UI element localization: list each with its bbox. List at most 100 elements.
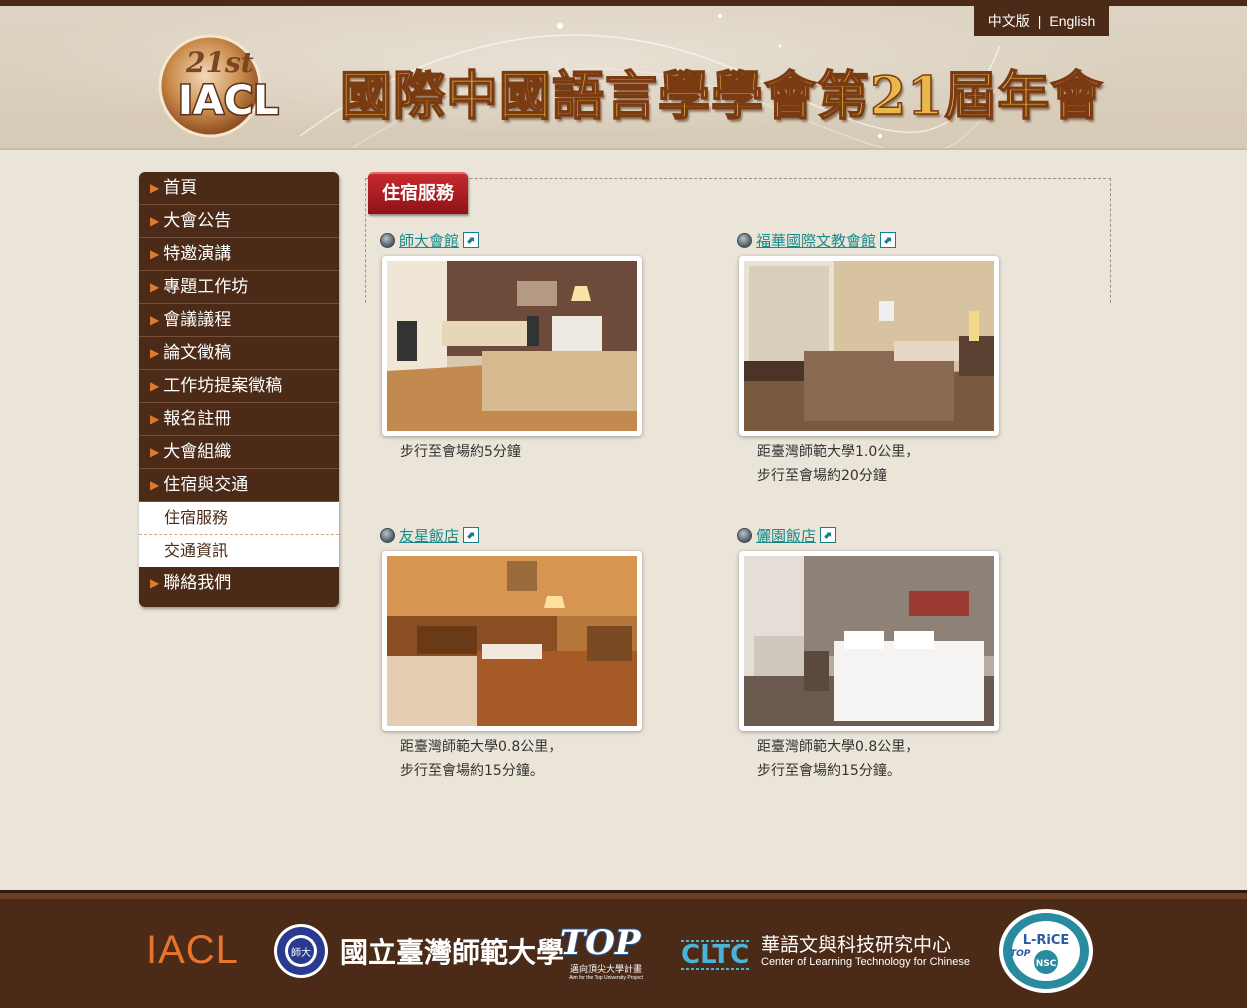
hotel-photo — [382, 256, 642, 436]
nav-label: 會議議程 — [163, 310, 232, 330]
nav-label: 住宿與交通 — [163, 475, 249, 495]
hotel-desc-line2: 步行至會場約15分鐘。 — [400, 763, 544, 779]
nav-label: 特邀演講 — [163, 244, 232, 264]
nav-item-workshop-proposals[interactable]: ▶ 工作坊提案徵稿 — [139, 370, 339, 403]
sponsor-ntnu[interactable]: 師大 國立臺灣師範大學 — [272, 893, 564, 1008]
nav-label: 工作坊提案徵稿 — [163, 376, 283, 396]
arrow-right-icon: ▶ — [150, 412, 160, 426]
top-badge-text: TOP — [1010, 949, 1031, 959]
arrow-right-icon: ▶ — [150, 247, 160, 261]
hotel-photo — [382, 551, 642, 731]
hotel-heading: 師大會館 — [380, 230, 680, 250]
hotel-heading: 友星飯店 — [380, 525, 680, 545]
external-link-icon[interactable] — [463, 527, 480, 543]
arrow-right-icon: ▶ — [150, 280, 160, 294]
hotel-desc-line2: 步行至會場約20分鐘 — [757, 468, 887, 484]
nav-item-organization[interactable]: ▶ 大會組織 — [139, 436, 339, 469]
hotel-heading: 福華國際文教會館 — [737, 230, 1037, 250]
subnav-item-transport[interactable]: 交通資訊 — [139, 535, 339, 567]
lrice-text: L-RiCE — [1023, 933, 1070, 948]
arrow-right-icon: ▶ — [150, 379, 160, 393]
header-divider — [0, 148, 1247, 150]
language-switcher: 中文版 | English — [974, 6, 1109, 36]
nav-label: 專題工作坊 — [163, 277, 249, 297]
nav-label: 論文徵稿 — [163, 343, 232, 363]
cltc-abbr-text: CLTC — [681, 940, 749, 970]
hotel-photo — [739, 256, 999, 436]
arrow-right-icon: ▶ — [150, 576, 160, 590]
arrow-right-icon: ▶ — [150, 313, 160, 327]
external-link-icon[interactable] — [880, 232, 897, 248]
nav-label: 大會公告 — [163, 211, 232, 231]
sponsor-top[interactable]: TOP 邁向頂尖大學計畫 Aim for the Top University … — [558, 893, 654, 1008]
hotel-desc-line1: 距臺灣師範大學0.8公里， — [757, 739, 920, 755]
nav-item-accommodation-transport[interactable]: ▶ 住宿與交通 — [139, 469, 339, 502]
iacl-footer-logo: IACL — [146, 928, 239, 972]
hotel-description: 距臺灣師範大學0.8公里， 步行至會場約15分鐘。 — [757, 735, 919, 783]
top-project-english: Aim for the Top University Project — [569, 975, 643, 981]
lrice-nsc-logo: L-RiCE NSC TOP — [999, 908, 1093, 993]
sponsor-lrice-nsc[interactable]: L-RiCE NSC TOP — [996, 893, 1096, 1008]
arrow-right-icon: ▶ — [150, 478, 160, 492]
ntnu-seal-text: 師大 — [291, 946, 311, 959]
nav-item-call-for-papers[interactable]: ▶ 論文徵稿 — [139, 337, 339, 370]
bullet-icon — [737, 527, 752, 543]
hotel-card: 福華國際文教會館 距臺灣師範大學1.0公里， 步行至會場約20分鐘 — [737, 230, 1037, 484]
hotel-card: 儷園飯店 距臺灣師範大學0.8公里， 步行至會場約15分鐘。 — [737, 525, 1037, 779]
nav-item-contact[interactable]: ▶ 聯絡我們 — [139, 567, 339, 599]
arrow-right-icon: ▶ — [150, 346, 160, 360]
nav-item-keynotes[interactable]: ▶ 特邀演講 — [139, 238, 339, 271]
nav-item-workshops[interactable]: ▶ 專題工作坊 — [139, 271, 339, 304]
section-title: 住宿服務 — [368, 172, 468, 214]
hotel-room-image — [744, 556, 994, 726]
external-link-icon[interactable] — [820, 527, 837, 543]
hotel-link[interactable]: 友星飯店 — [399, 525, 459, 546]
bullet-icon — [737, 232, 752, 248]
nav-item-home[interactable]: ▶ 首頁 — [139, 172, 339, 205]
hotel-photo — [739, 551, 999, 731]
iacl-logo[interactable]: 21st IACL — [158, 32, 308, 142]
hotel-card: 友星飯店 距臺灣師範大學0.8公里， 步行至會場約15分鐘。 — [380, 525, 680, 779]
nav-label: 報名註冊 — [163, 409, 232, 429]
cltc-logo: CLTC — [681, 939, 749, 970]
hotel-link[interactable]: 福華國際文教會館 — [756, 230, 876, 251]
hotel-desc-line1: 步行至會場約5分鐘 — [400, 444, 521, 460]
nav-submenu: 住宿服務 交通資訊 — [139, 502, 339, 567]
external-link-icon[interactable] — [463, 232, 480, 248]
hotel-room-image — [387, 556, 637, 726]
cltc-text: 華語文與科技研究中心 Center of Learning Technology… — [761, 934, 970, 968]
nav-item-program[interactable]: ▶ 會議議程 — [139, 304, 339, 337]
top-project-subtitle: 邁向頂尖大學計畫 — [569, 965, 642, 975]
bullet-icon — [380, 527, 395, 543]
ntnu-name: 國立臺灣師範大學 — [340, 935, 565, 969]
nav-label: 首頁 — [163, 178, 198, 198]
hotel-link[interactable]: 儷園飯店 — [756, 525, 816, 546]
hotel-desc-line1: 距臺灣師範大學1.0公里， — [757, 444, 920, 460]
hotel-description: 距臺灣師範大學1.0公里， 步行至會場約20分鐘 — [757, 440, 919, 488]
nav-item-announcements[interactable]: ▶ 大會公告 — [139, 205, 339, 238]
logo-edition-text: 21st — [185, 46, 254, 79]
sponsor-cltc[interactable]: CLTC 華語文與科技研究中心 Center of Learning Techn… — [679, 893, 970, 1008]
site-header: 21st IACL 國際中國語言學學會第21屆年會 中文版 | English — [0, 0, 1247, 150]
site-footer: IACL 師大 國立臺灣師範大學 TOP 邁向頂尖大學計畫 Aim for th… — [0, 890, 1247, 1008]
arrow-right-icon: ▶ — [150, 445, 160, 459]
logo-iacl-text: IACL — [178, 78, 279, 124]
nav-item-registration[interactable]: ▶ 報名註冊 — [139, 403, 339, 436]
top-project-logo: TOP — [559, 922, 643, 962]
nav-label: 大會組織 — [163, 442, 232, 462]
sidebar-nav: ▶ 首頁 ▶ 大會公告 ▶ 特邀演講 ▶ 專題工作坊 ▶ 會議議程 ▶ 論文徵稿 ▶ 工作坊提… — [139, 172, 339, 607]
sponsor-iacl[interactable]: IACL — [146, 893, 239, 1008]
bullet-icon — [380, 232, 395, 248]
hotel-link[interactable]: 師大會館 — [399, 230, 459, 251]
nsc-text: NSC — [1036, 959, 1057, 969]
hotel-description: 距臺灣師範大學0.8公里， 步行至會場約15分鐘。 — [400, 735, 562, 783]
hotel-card: 師大會館 步行至會場約5分鐘 — [380, 230, 680, 460]
hotel-desc-line2: 步行至會場約15分鐘。 — [757, 763, 901, 779]
hotel-room-image — [744, 261, 994, 431]
hotel-heading: 儷園飯店 — [737, 525, 1037, 545]
subnav-item-accommodation[interactable]: 住宿服務 — [139, 502, 339, 535]
lang-zh-link[interactable]: 中文版 — [988, 11, 1030, 31]
hotel-desc-line1: 距臺灣師範大學0.8公里， — [400, 739, 563, 755]
ntnu-seal-icon: 師大 — [274, 923, 328, 978]
lang-en-link[interactable]: English — [1049, 13, 1095, 29]
